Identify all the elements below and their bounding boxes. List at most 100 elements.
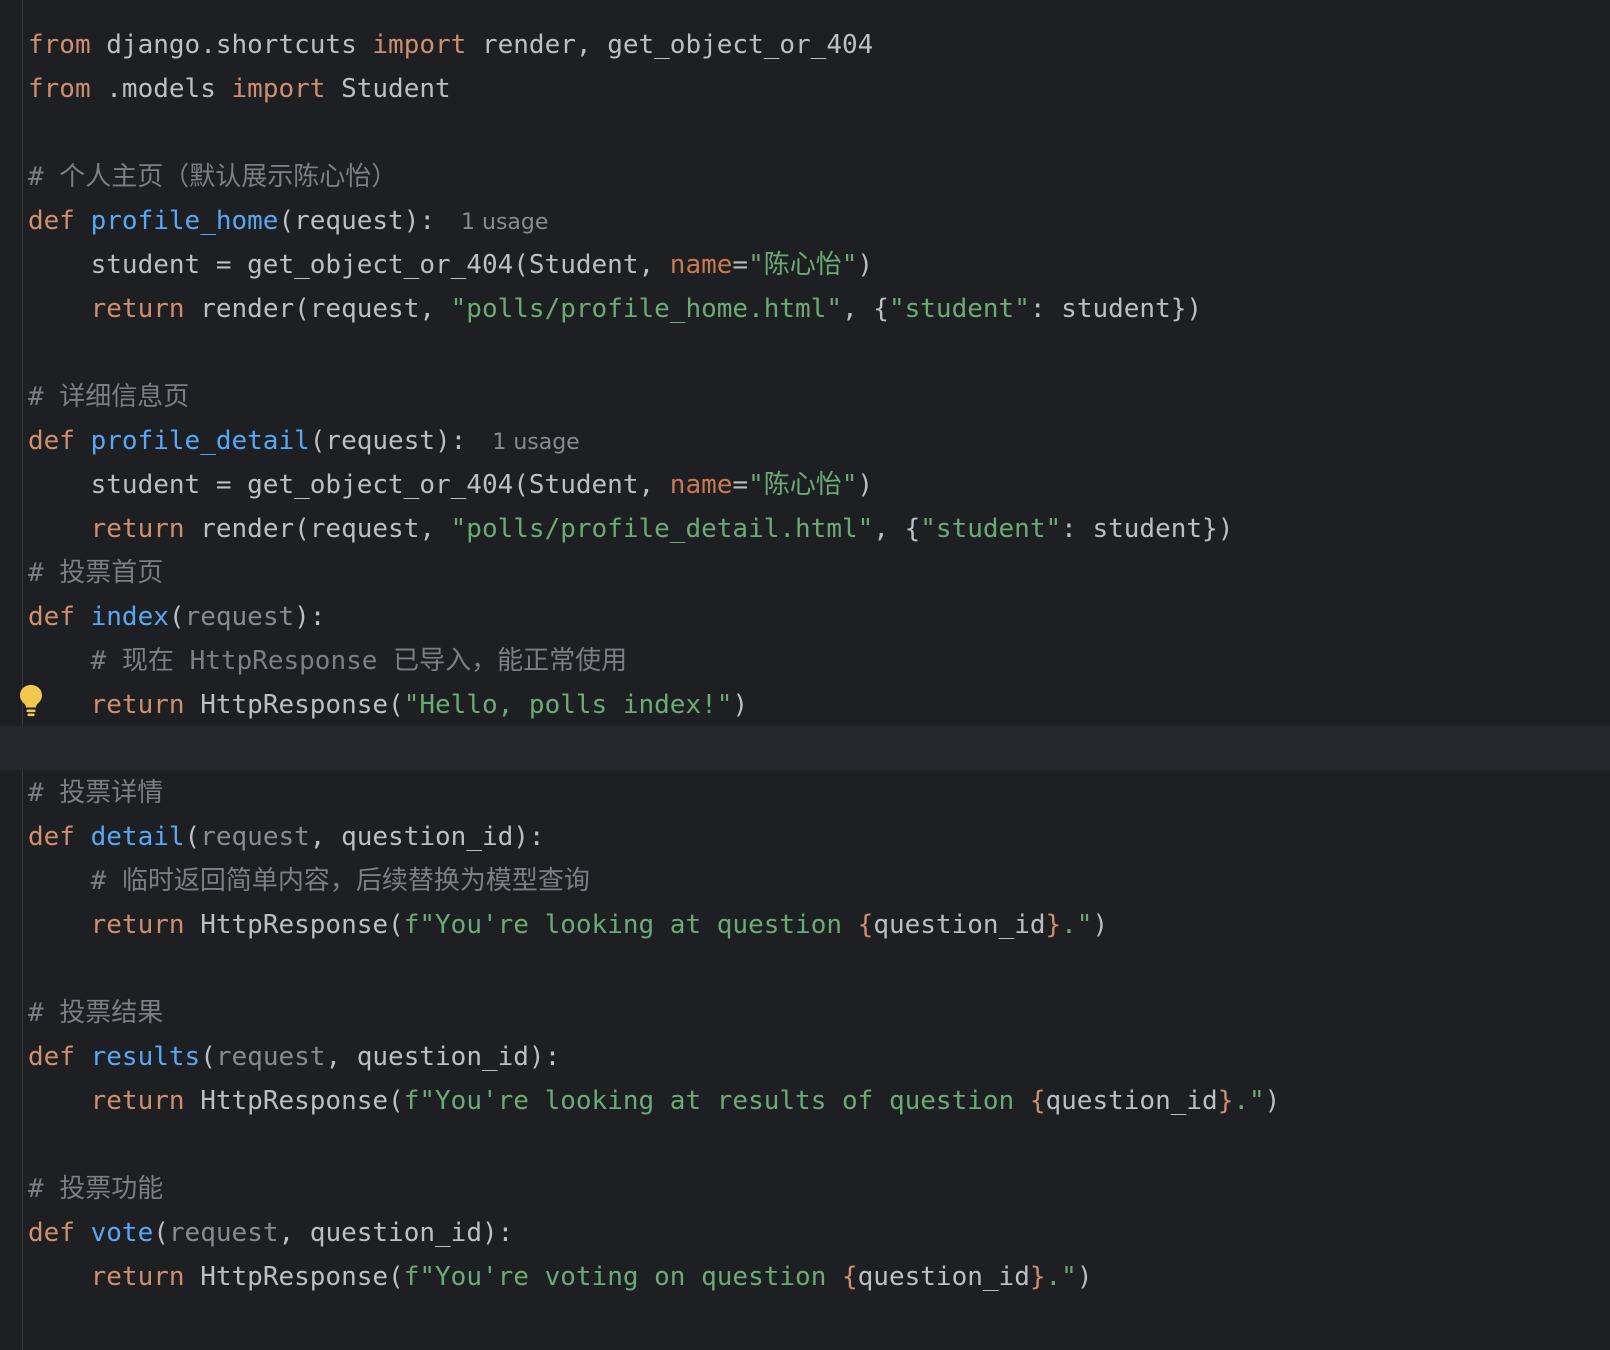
code-text: render, get_object_or_404 xyxy=(466,30,874,60)
fstring-brace: } xyxy=(1029,1262,1046,1292)
gutter-divider xyxy=(22,0,23,1350)
code-line: # 临时返回简单内容，后续替换为模型查询 xyxy=(28,859,1610,903)
code-text: : student}) xyxy=(1061,514,1234,544)
code-text: , question_id): xyxy=(309,822,545,852)
string: f"You're looking at results of question xyxy=(403,1086,1030,1116)
fstring-brace: { xyxy=(842,1262,858,1292)
code-line: # 详细信息页 xyxy=(28,375,1610,419)
code-line: return render(request, "polls/profile_de… xyxy=(28,507,1610,551)
code-text: ( xyxy=(153,1218,169,1248)
code-line: def detail(request, question_id): xyxy=(28,815,1610,859)
keyword: import xyxy=(372,30,467,60)
param-name: name xyxy=(669,250,733,280)
string: f"You're looking at question xyxy=(403,910,858,940)
comment: # 临时返回简单内容，后续替换为模型查询 xyxy=(28,866,590,896)
code-line: return HttpResponse(f"You're looking at … xyxy=(28,903,1610,947)
code-text: question_id xyxy=(1045,1086,1218,1116)
code-text: , question_id): xyxy=(325,1042,561,1072)
code-text: = xyxy=(732,470,749,500)
code-text: ) xyxy=(857,250,874,280)
code-text: HttpResponse( xyxy=(184,1262,404,1292)
code-content[interactable]: from django.shortcuts import render, get… xyxy=(28,23,1610,1299)
keyword: def xyxy=(28,426,75,456)
function-name: index xyxy=(90,602,169,632)
code-line: return HttpResponse("Hello, polls index!… xyxy=(28,683,1610,727)
comment: # 个人主页（默认展示陈心怡） xyxy=(28,162,398,192)
code-text: .models xyxy=(90,74,232,104)
fstring-brace: } xyxy=(1217,1086,1234,1116)
code-text: django.shortcuts xyxy=(90,30,373,60)
keyword: from xyxy=(28,74,91,104)
function-name: profile_home xyxy=(90,206,279,236)
code-text: HttpResponse( xyxy=(184,690,404,720)
code-line: def vote(request, question_id): xyxy=(28,1211,1610,1255)
code-line: from .models import Student xyxy=(28,67,1610,111)
param-name: name xyxy=(669,470,733,500)
code-line: student = get_object_or_404(Student, nam… xyxy=(28,243,1610,287)
keyword: def xyxy=(28,206,75,236)
code-line: from django.shortcuts import render, get… xyxy=(28,23,1610,67)
comment: # 投票首页 xyxy=(28,558,164,588)
comment: # 投票结果 xyxy=(28,998,164,1028)
keyword: def xyxy=(28,822,75,852)
function-name: results xyxy=(90,1042,201,1072)
code-text: ( xyxy=(168,602,185,632)
string: ." xyxy=(1045,1262,1077,1292)
unused-param: request xyxy=(168,1218,279,1248)
code-line: def results(request, question_id): xyxy=(28,1035,1610,1079)
code-text: render(request, xyxy=(184,294,451,324)
keyword: return xyxy=(90,910,185,940)
usage-hint[interactable]: 1 usage xyxy=(461,210,548,235)
keyword: def xyxy=(28,1218,75,1248)
code-line: # 投票首页 xyxy=(28,551,1610,595)
code-text: ) xyxy=(1264,1086,1281,1116)
function-name: profile_detail xyxy=(90,426,310,456)
fstring-brace: { xyxy=(1029,1086,1046,1116)
code-text: = xyxy=(732,250,749,280)
string: "student" xyxy=(920,514,1062,544)
keyword: return xyxy=(90,690,185,720)
code-editor[interactable]: from django.shortcuts import render, get… xyxy=(0,0,1610,1350)
keyword: def xyxy=(28,602,75,632)
code-text: student = get_object_or_404(Student, xyxy=(28,250,670,280)
code-text: ) xyxy=(1076,1262,1093,1292)
code-text: , question_id): xyxy=(278,1218,514,1248)
keyword: return xyxy=(90,294,185,324)
code-line: # 个人主页（默认展示陈心怡） xyxy=(28,155,1610,199)
string: "陈心怡" xyxy=(748,250,858,280)
keyword: def xyxy=(28,1042,75,1072)
code-line: # 投票功能 xyxy=(28,1167,1610,1211)
code-text: ) xyxy=(732,690,749,720)
code-text: Student xyxy=(325,74,451,104)
code-line: def index(request): xyxy=(28,595,1610,639)
code-line: def profile_detail(request): 1 usage xyxy=(28,419,1610,463)
code-text: render(request, xyxy=(184,514,451,544)
string: "polls/profile_home.html" xyxy=(450,294,842,324)
unused-param: request xyxy=(215,1042,326,1072)
string: "student" xyxy=(888,294,1030,324)
fstring-brace: } xyxy=(1045,910,1062,940)
comment: # 现在 HttpResponse 已导入，能正常使用 xyxy=(28,646,628,676)
comment: # 详细信息页 xyxy=(28,382,190,412)
code-text: (request): xyxy=(309,426,467,456)
code-text: question_id xyxy=(857,1262,1030,1292)
usage-hint[interactable]: 1 usage xyxy=(492,430,579,455)
code-text: ) xyxy=(1092,910,1109,940)
code-text: student = get_object_or_404(Student, xyxy=(28,470,670,500)
comment: # 投票详情 xyxy=(28,778,164,808)
unused-param: request xyxy=(200,822,310,852)
function-name: vote xyxy=(90,1218,154,1248)
string: ." xyxy=(1233,1086,1265,1116)
string: "陈心怡" xyxy=(748,470,858,500)
string: f"You're voting on question xyxy=(403,1262,842,1292)
string: ." xyxy=(1061,910,1093,940)
keyword: return xyxy=(90,514,185,544)
